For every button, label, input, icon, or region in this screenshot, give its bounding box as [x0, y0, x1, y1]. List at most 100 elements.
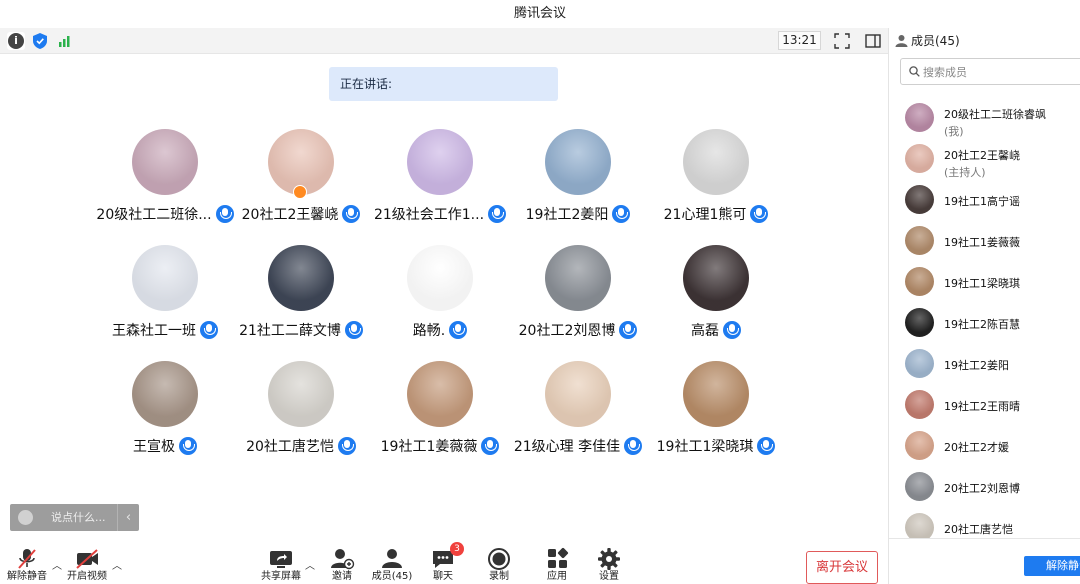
member-name: 19社工2陈百慧 — [944, 318, 1020, 331]
unmute-button[interactable]: 解除静音 — [4, 547, 50, 584]
member-search-input[interactable] — [923, 62, 1080, 82]
member-role: (我) — [944, 125, 964, 138]
member-name: 19社工2王雨晴 — [944, 400, 1020, 413]
member-list-item[interactable]: 19社工1高宁谣 — [889, 180, 1080, 220]
unmute-label: 解除静音 — [7, 571, 47, 582]
mic-icon — [723, 321, 741, 339]
quick-chat-placeholder: 说点什么... — [51, 511, 106, 524]
members-label: 成员(45) — [371, 571, 413, 582]
participant-tile[interactable]: 19社工1梁晓琪 — [647, 361, 785, 469]
record-button[interactable]: 录制 — [484, 547, 514, 584]
member-list-item[interactable]: 20社工2王馨峣 (主持人) — [889, 139, 1080, 179]
member-avatar — [905, 185, 934, 214]
side-panel-toggle-icon[interactable] — [864, 32, 882, 50]
signal-icon[interactable] — [56, 32, 74, 50]
member-list-item[interactable]: 19社工2陈百慧 — [889, 303, 1080, 343]
member-list: 20级社工二班徐睿飒 (我) 20社工2王馨峣 (主持人) 19社工1高宁谣 19社工1姜… — [889, 98, 1080, 538]
participant-avatar — [407, 129, 473, 195]
record-label: 录制 — [489, 571, 509, 582]
participant-avatar — [268, 361, 334, 427]
participant-name: 19社工1梁晓琪 — [656, 439, 754, 455]
person-icon — [895, 35, 908, 47]
member-name: 19社工1姜薇薇 — [944, 236, 1020, 249]
audio-options-caret-icon[interactable]: ︿ — [52, 557, 62, 572]
participant-tile[interactable]: 20社工唐艺恺 — [232, 361, 370, 469]
participant-avatar — [545, 245, 611, 311]
mic-icon — [449, 321, 468, 339]
member-list-item[interactable]: 19社工1梁晓琪 — [889, 262, 1080, 302]
emoji-icon[interactable] — [18, 510, 33, 525]
share-screen-button[interactable]: 共享屏幕 — [258, 547, 304, 584]
shield-icon[interactable] — [31, 32, 49, 50]
participant-avatar — [268, 245, 334, 311]
chat-icon: 3 — [430, 542, 464, 571]
settings-label: 设置 — [599, 571, 619, 582]
members-panel-header: 成员(45) — [889, 28, 1080, 54]
participant-tile[interactable]: 21社工二薛文博 — [232, 245, 370, 353]
chat-unread-badge: 3 — [450, 542, 464, 556]
member-name: 20级社工二班徐睿飒 — [944, 108, 1046, 121]
video-options-caret-icon[interactable]: ︿ — [112, 557, 122, 572]
member-avatar — [905, 308, 934, 337]
member-list-item[interactable]: 19社工2姜阳 — [889, 344, 1080, 384]
start-video-label: 开启视频 — [67, 571, 107, 582]
participant-name: 王宣极 — [133, 439, 175, 455]
participant-name: 20级社工二班徐... — [96, 207, 212, 223]
member-avatar — [905, 472, 934, 501]
chat-button[interactable]: 3 聊天 — [426, 542, 464, 584]
participant-avatar — [545, 129, 611, 195]
member-avatar — [905, 103, 934, 132]
participant-name-row: 21心理1熊可 — [627, 203, 805, 225]
participant-avatar — [683, 245, 749, 311]
video-off-icon — [74, 547, 100, 571]
participant-tile[interactable]: 20社工2王馨峣 — [232, 129, 370, 237]
participant-name: 21心理1熊可 — [663, 207, 747, 223]
share-options-caret-icon[interactable]: ︿ — [305, 557, 315, 572]
participant-name: 王森社工一班 — [112, 323, 196, 339]
member-list-item[interactable]: 20社工2才媛 — [889, 426, 1080, 466]
member-avatar — [905, 144, 934, 173]
chat-label: 聊天 — [433, 571, 453, 582]
members-button[interactable]: 成员(45) — [370, 547, 414, 584]
participant-tile[interactable]: 高磊 — [647, 245, 785, 353]
unmute-all-button[interactable]: 解除静音 — [1024, 556, 1080, 576]
participant-name: 高磊 — [691, 323, 719, 339]
info-icon[interactable]: i — [7, 32, 25, 50]
member-name: 20社工唐艺恺 — [944, 523, 1013, 536]
search-icon — [909, 66, 920, 77]
add-person-icon — [329, 547, 355, 571]
muted-mic-icon — [14, 547, 40, 571]
quick-chat-input[interactable]: 说点什么... ‹ — [10, 504, 139, 531]
participant-name: 21级心理 李佳佳 — [513, 439, 621, 455]
member-search-box[interactable] — [900, 58, 1080, 85]
members-icon — [379, 547, 405, 571]
member-list-item[interactable]: 19社工2王雨晴 — [889, 385, 1080, 425]
apps-button[interactable]: 应用 — [542, 547, 572, 584]
meeting-topbar: i 13:21 — [0, 28, 888, 54]
member-list-item[interactable]: 20社工2刘恩博 — [889, 467, 1080, 507]
member-avatar — [905, 349, 934, 378]
share-screen-label: 共享屏幕 — [261, 571, 301, 582]
participant-avatar — [132, 129, 198, 195]
member-avatar — [905, 267, 934, 296]
settings-button[interactable]: 设置 — [594, 547, 624, 584]
participant-name: 20社工2王馨峣 — [241, 207, 339, 223]
member-list-item[interactable]: 20社工唐艺恺 — [889, 508, 1080, 538]
member-list-item[interactable]: 20级社工二班徐睿飒 (我) — [889, 98, 1080, 138]
invite-button[interactable]: 邀请 — [324, 547, 360, 584]
member-list-item[interactable]: 19社工1姜薇薇 — [889, 221, 1080, 261]
participant-name-row: 19社工1梁晓琪 — [627, 435, 805, 457]
record-icon — [486, 547, 512, 571]
member-avatar — [905, 390, 934, 419]
speaking-indicator: 正在讲话: — [329, 67, 558, 101]
apps-label: 应用 — [547, 571, 567, 582]
member-name: 19社工2姜阳 — [944, 359, 1009, 372]
leave-meeting-button[interactable]: 离开会议 — [806, 551, 878, 584]
share-screen-icon — [268, 547, 294, 571]
collapse-chevron-icon[interactable]: ‹ — [117, 504, 139, 531]
members-panel-title: 成员(45) — [911, 34, 960, 48]
start-video-button[interactable]: 开启视频 — [64, 547, 110, 584]
fullscreen-icon[interactable] — [833, 32, 851, 50]
participant-tile[interactable]: 21心理1熊可 — [647, 129, 785, 237]
apps-grid-icon — [544, 547, 570, 571]
